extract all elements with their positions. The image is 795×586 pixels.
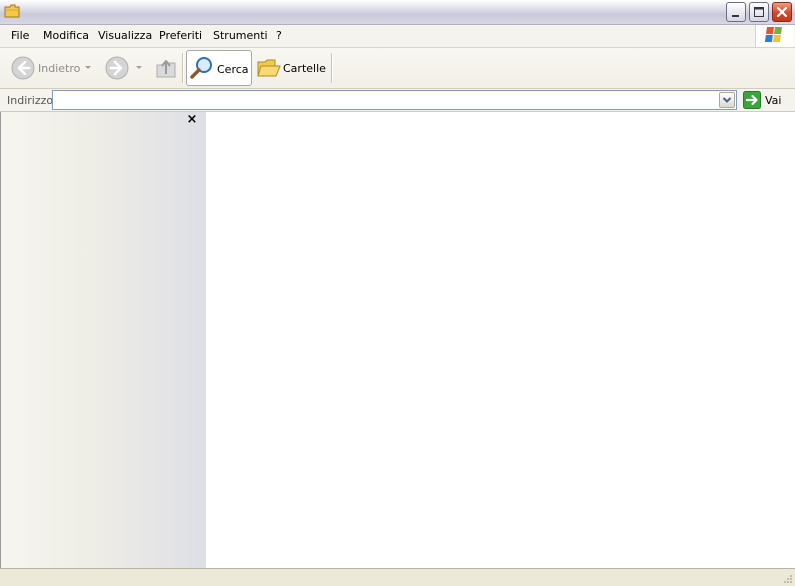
folders-icon xyxy=(257,59,281,77)
back-label: Indietro xyxy=(38,62,81,75)
explorer-bar-pane: × xyxy=(0,112,207,568)
menu-preferiti[interactable]: Preferiti xyxy=(159,29,202,42)
back-button[interactable]: Indietro xyxy=(8,48,96,88)
search-button[interactable]: Cerca xyxy=(186,50,252,86)
menu-modifica[interactable]: Modifica xyxy=(43,29,89,42)
toolbar-separator xyxy=(331,53,332,83)
go-label[interactable]: Vai xyxy=(765,94,781,107)
close-icon xyxy=(776,6,788,18)
address-dropdown-button[interactable] xyxy=(719,92,735,108)
menu-visualizza[interactable]: Visualizza xyxy=(98,29,152,42)
folder-content-area[interactable] xyxy=(206,112,795,568)
menu-strumenti[interactable]: Strumenti xyxy=(213,29,268,42)
toolbar-separator xyxy=(182,53,183,83)
forward-dropdown-icon[interactable] xyxy=(135,65,143,71)
go-button[interactable] xyxy=(743,91,761,109)
go-arrow-icon xyxy=(743,91,761,109)
toolbar: Indietro Cerca Cartelle xyxy=(0,48,795,89)
up-folder-button[interactable] xyxy=(152,48,178,88)
maximize-button[interactable] xyxy=(749,2,769,22)
folder-icon xyxy=(4,4,20,18)
address-input[interactable] xyxy=(52,90,737,110)
maximize-icon xyxy=(754,7,764,17)
forward-button[interactable] xyxy=(104,48,148,88)
menu-file[interactable]: File xyxy=(11,29,29,42)
minimize-icon xyxy=(732,15,739,17)
back-dropdown-icon[interactable] xyxy=(84,65,92,71)
minimize-button[interactable] xyxy=(726,2,746,22)
resize-grip-icon[interactable] xyxy=(783,574,793,584)
folders-label: Cartelle xyxy=(283,62,326,75)
explorer-window: File Modifica Visualizza Preferiti Strum… xyxy=(0,0,795,586)
chevron-down-icon xyxy=(722,97,732,103)
status-bar xyxy=(0,568,795,586)
back-arrow-icon xyxy=(11,56,35,80)
menu-help[interactable]: ? xyxy=(276,29,282,42)
title-bar[interactable] xyxy=(0,0,795,25)
up-folder-icon xyxy=(156,60,176,78)
address-bar: Indirizzo Vai xyxy=(0,89,795,112)
close-button[interactable] xyxy=(772,2,792,22)
windows-logo-icon xyxy=(755,25,794,47)
forward-arrow-icon xyxy=(105,56,129,80)
search-label: Cerca xyxy=(217,63,249,76)
address-label: Indirizzo xyxy=(7,94,54,107)
close-pane-icon[interactable]: × xyxy=(185,112,199,127)
search-icon xyxy=(190,57,212,79)
folders-button[interactable]: Cartelle xyxy=(255,48,327,88)
menu-bar: File Modifica Visualizza Preferiti Strum… xyxy=(0,25,795,48)
